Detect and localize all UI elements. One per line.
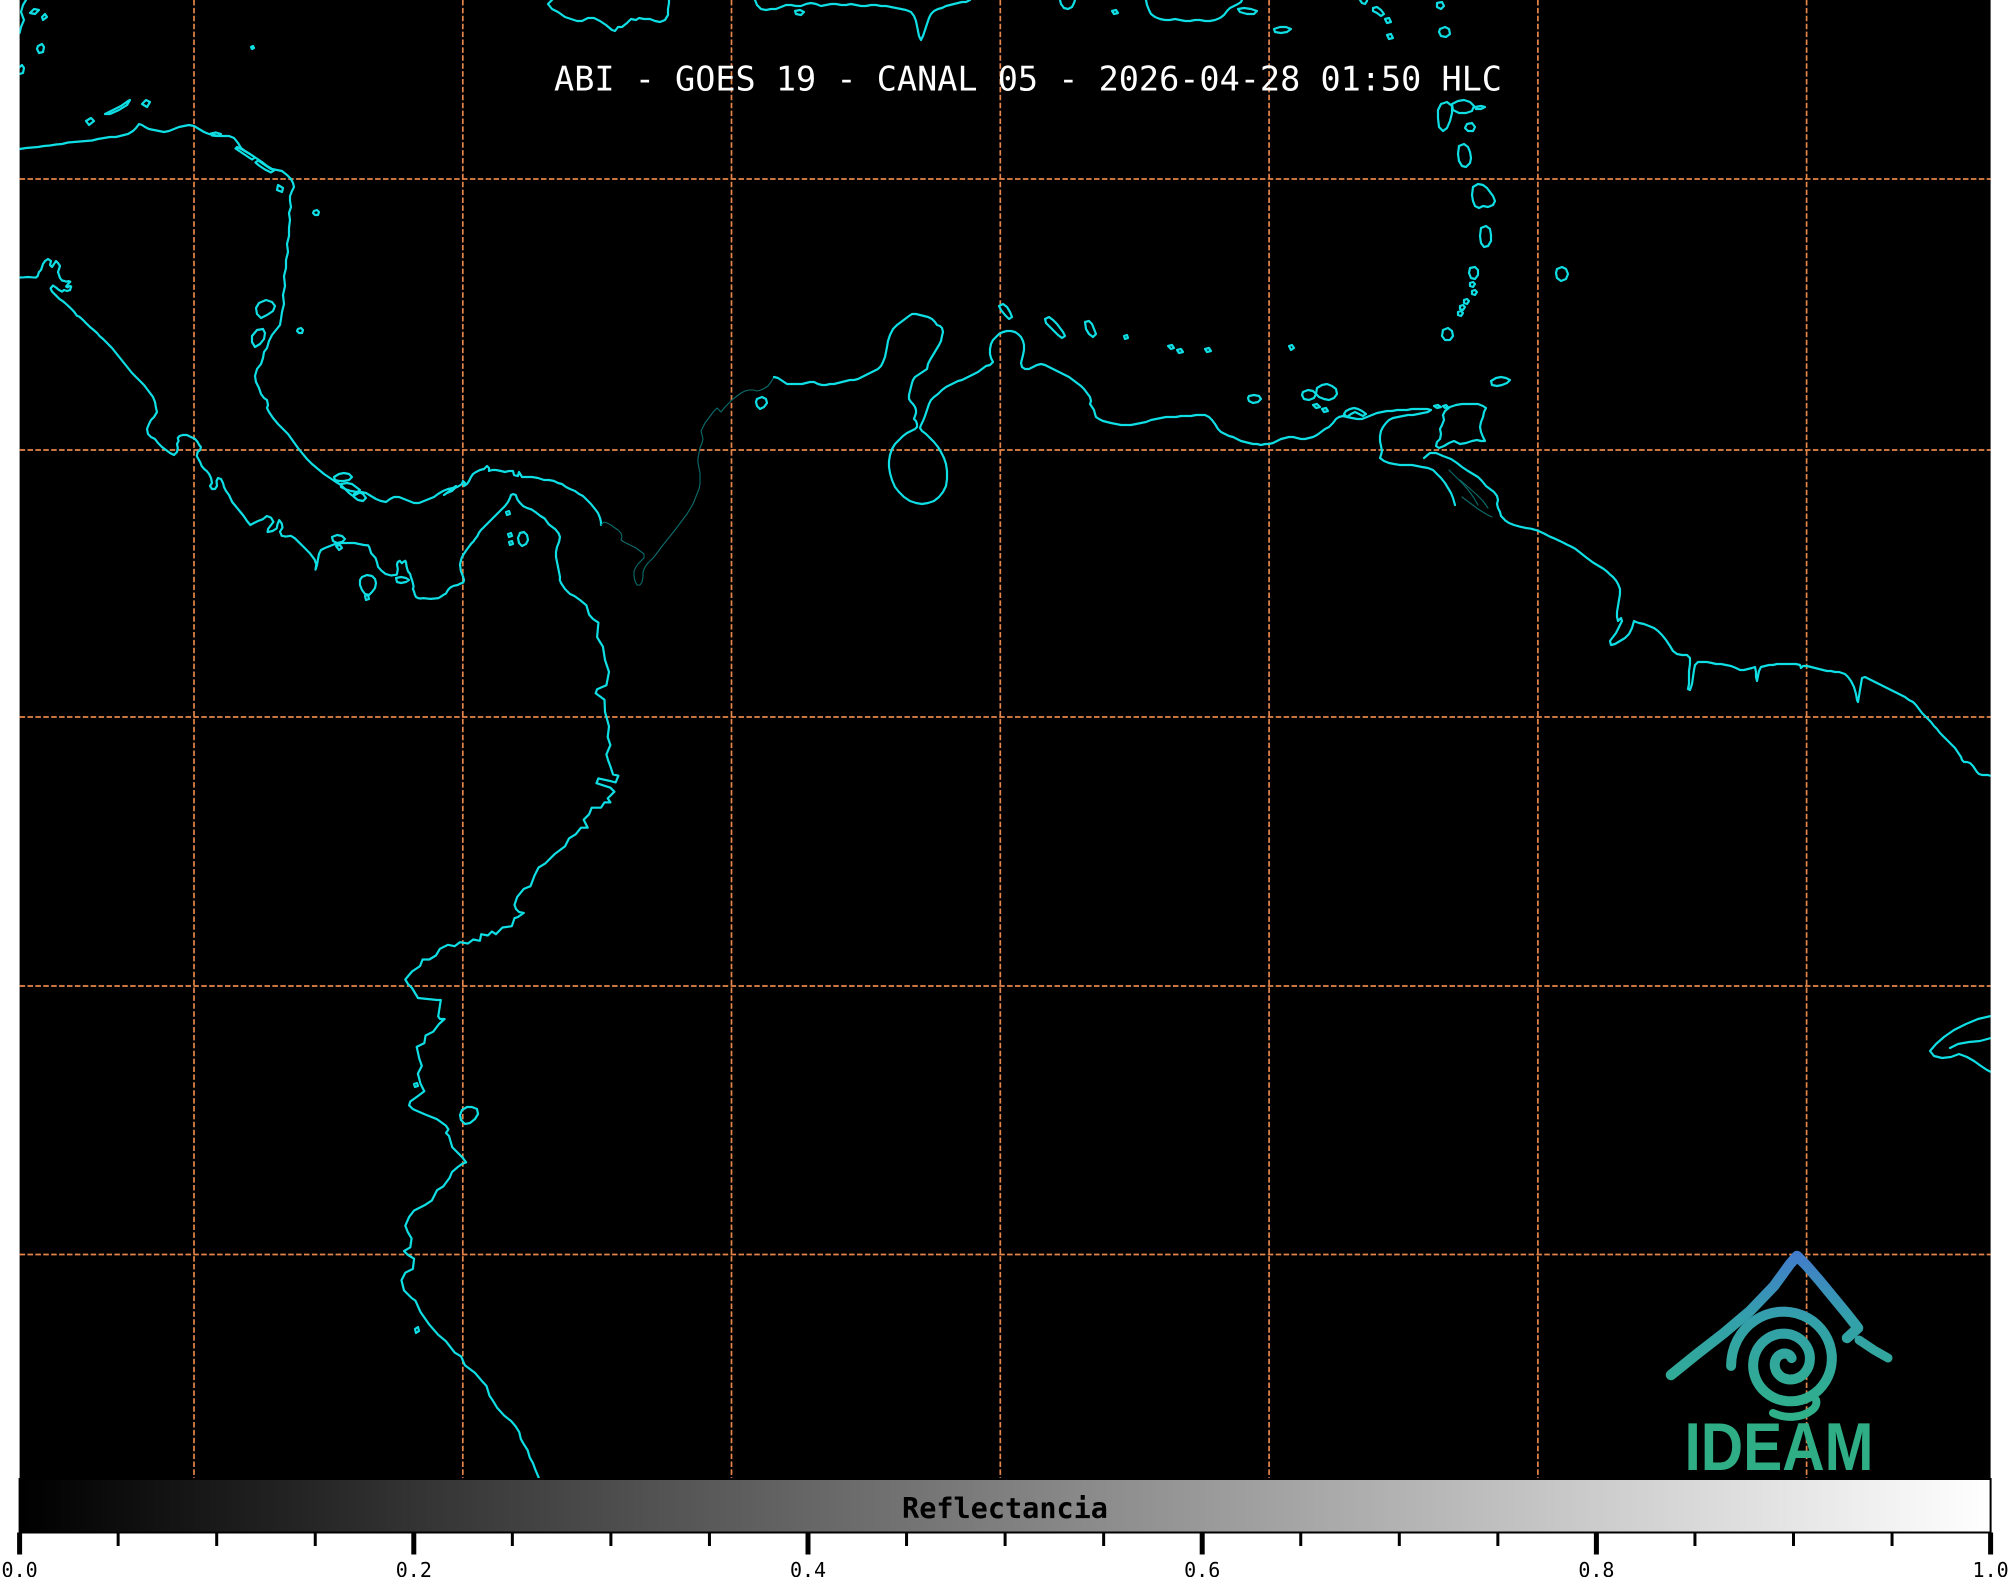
map-title: ABI - GOES 19 - CANAL 05 - 2026-04-28 01… (554, 60, 1502, 99)
map-background (19, 0, 1991, 1479)
colorbar-label: Reflectancia (902, 1492, 1108, 1525)
colorbar-tick-label: 0.8 (1578, 1558, 1614, 1577)
ideam-logo-text: IDEAM (1685, 1410, 1874, 1485)
colorbar-tick-label: 0.2 (396, 1558, 432, 1577)
colorbar-tick-label: 1.0 (1973, 1558, 2009, 1577)
colorbar-tick-label: 0.4 (790, 1558, 826, 1577)
colorbar-tick-label: 0.0 (2, 1558, 38, 1577)
satellite-map-figure: ABI - GOES 19 - CANAL 05 - 2026-04-28 01… (2, 0, 2009, 1577)
reflectance-colorbar: Reflectancia 0.0 0.2 0.4 0.6 0.8 1.0 (2, 1478, 2009, 1577)
colorbar-tick-labels: 0.0 0.2 0.4 0.6 0.8 1.0 (2, 1558, 2009, 1577)
colorbar-tick-label: 0.6 (1184, 1558, 1220, 1577)
colorbar-ticks (17, 1532, 1994, 1555)
